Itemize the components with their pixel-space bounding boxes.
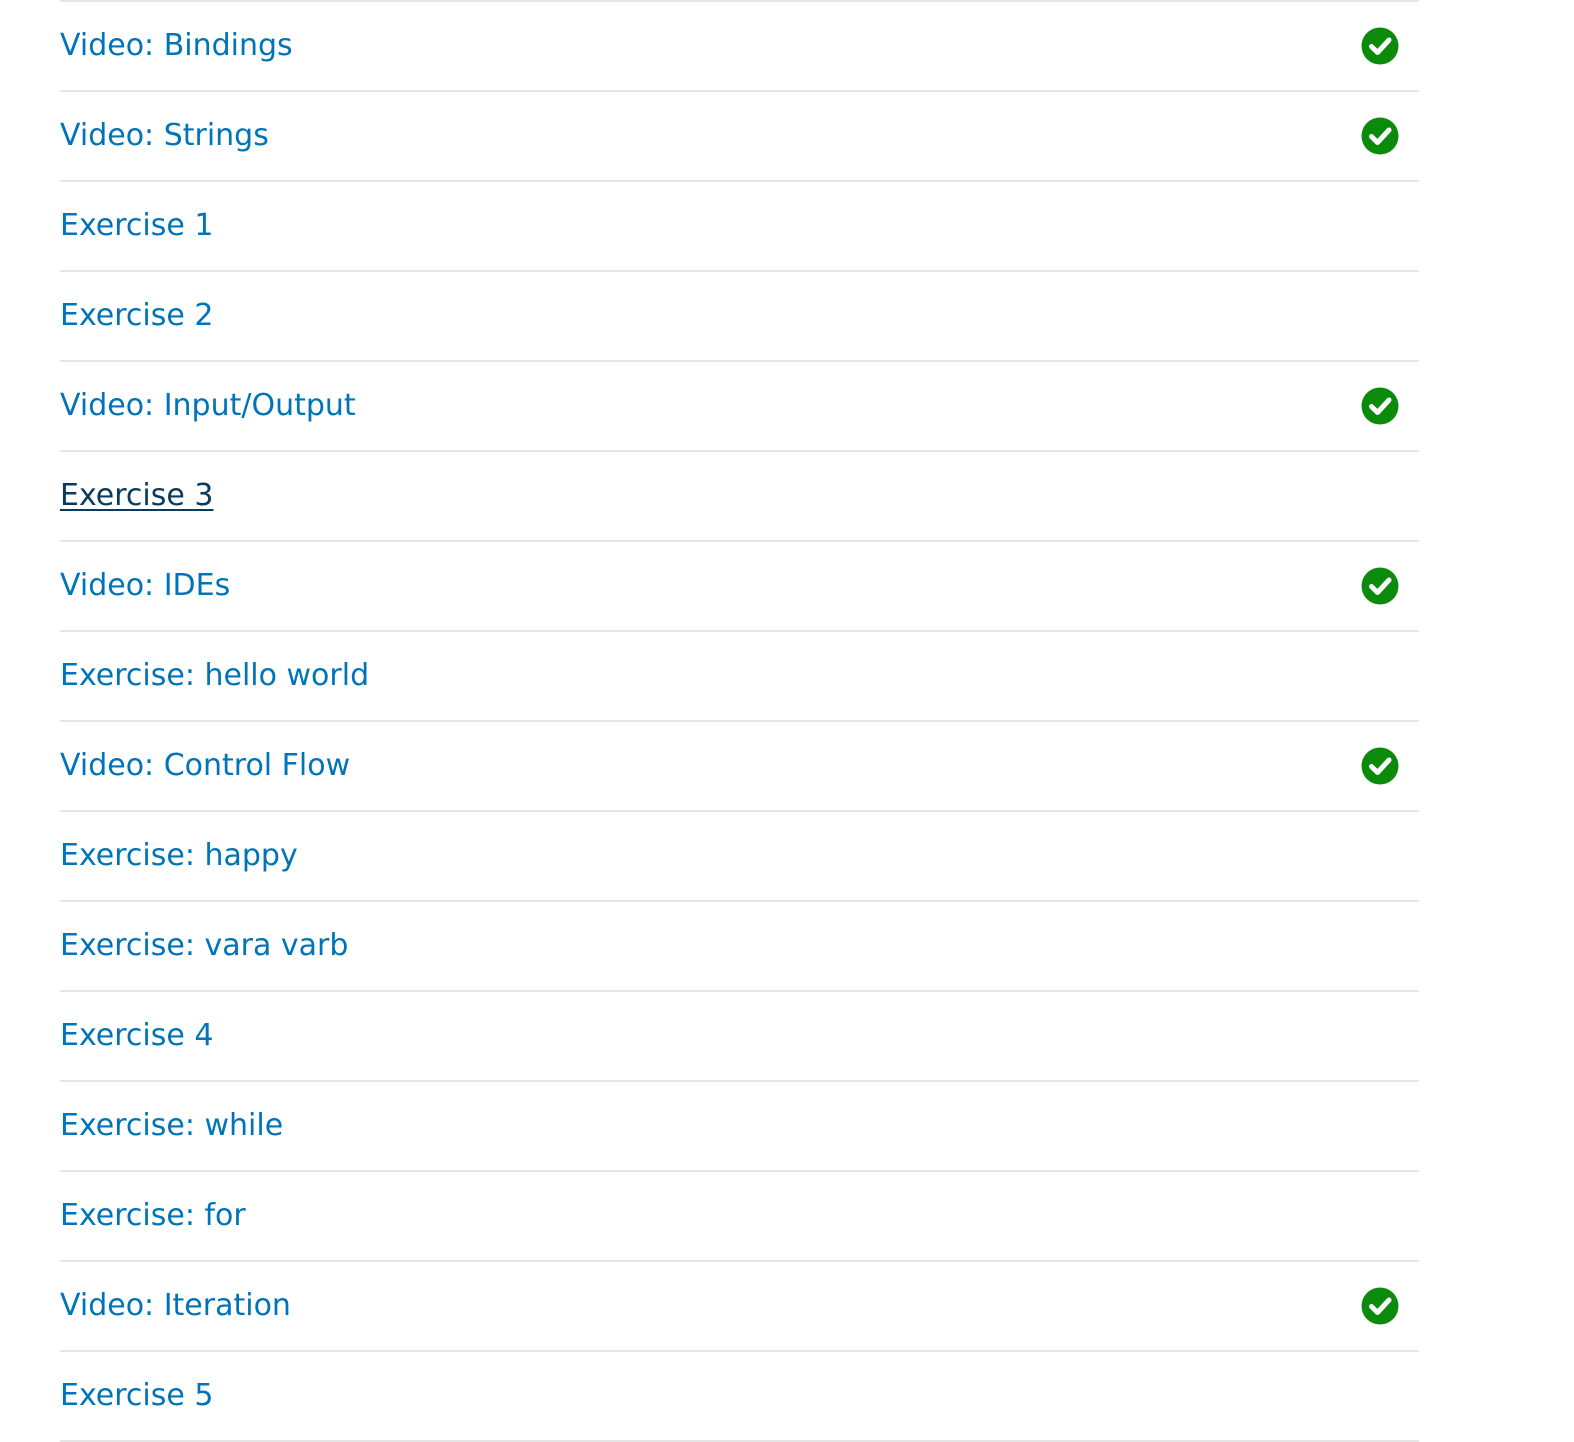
lesson-row: Exercise 2 — [60, 272, 1419, 362]
lesson-row: Exercise: happy — [60, 812, 1419, 902]
lesson-row: Video: Strings — [60, 92, 1419, 182]
lesson-link[interactable]: Video: Input/Output — [60, 386, 356, 426]
lesson-link[interactable]: Exercise: hello world — [60, 656, 369, 696]
lesson-row: Exercise: for — [60, 1172, 1419, 1262]
lesson-link[interactable]: Exercise: while — [60, 1106, 283, 1146]
lesson-link[interactable]: Exercise 2 — [60, 296, 213, 336]
completed-check-icon — [1361, 387, 1399, 425]
lesson-row: Video: Iteration — [60, 1262, 1419, 1352]
lesson-link[interactable]: Video: Strings — [60, 116, 269, 156]
completed-check-icon — [1361, 567, 1399, 605]
lesson-link[interactable]: Exercise: for — [60, 1196, 246, 1236]
lesson-row: Video: IDEs — [60, 542, 1419, 632]
lesson-list: Video: Bindings Video: Strings Exercise 1 E… — [60, 0, 1419, 1442]
lesson-row: Video: Control Flow — [60, 722, 1419, 812]
completed-check-icon — [1361, 747, 1399, 785]
completed-check-icon — [1361, 1287, 1399, 1325]
lesson-row: Exercise 4 — [60, 992, 1419, 1082]
lesson-link[interactable]: Video: IDEs — [60, 566, 230, 606]
lesson-row: Exercise: vara varb — [60, 902, 1419, 992]
lesson-row: Exercise 3 — [60, 452, 1419, 542]
lesson-link[interactable]: Exercise 3 — [60, 476, 213, 516]
lesson-link[interactable]: Video: Control Flow — [60, 746, 350, 786]
lesson-row: Video: Bindings — [60, 2, 1419, 92]
lesson-row: Exercise 5 — [60, 1352, 1419, 1442]
lesson-link[interactable]: Exercise: vara varb — [60, 926, 348, 966]
lesson-link[interactable]: Exercise 4 — [60, 1016, 213, 1056]
completed-check-icon — [1361, 117, 1399, 155]
lesson-row: Exercise: hello world — [60, 632, 1419, 722]
lesson-link[interactable]: Exercise 1 — [60, 206, 213, 246]
completed-check-icon — [1361, 27, 1399, 65]
lesson-link[interactable]: Video: Bindings — [60, 26, 293, 66]
lesson-link[interactable]: Video: Iteration — [60, 1286, 291, 1326]
lesson-link[interactable]: Exercise 5 — [60, 1376, 213, 1416]
lesson-row: Exercise: while — [60, 1082, 1419, 1172]
lesson-row: Exercise 1 — [60, 182, 1419, 272]
lesson-link[interactable]: Exercise: happy — [60, 836, 298, 876]
lesson-row: Video: Input/Output — [60, 362, 1419, 452]
